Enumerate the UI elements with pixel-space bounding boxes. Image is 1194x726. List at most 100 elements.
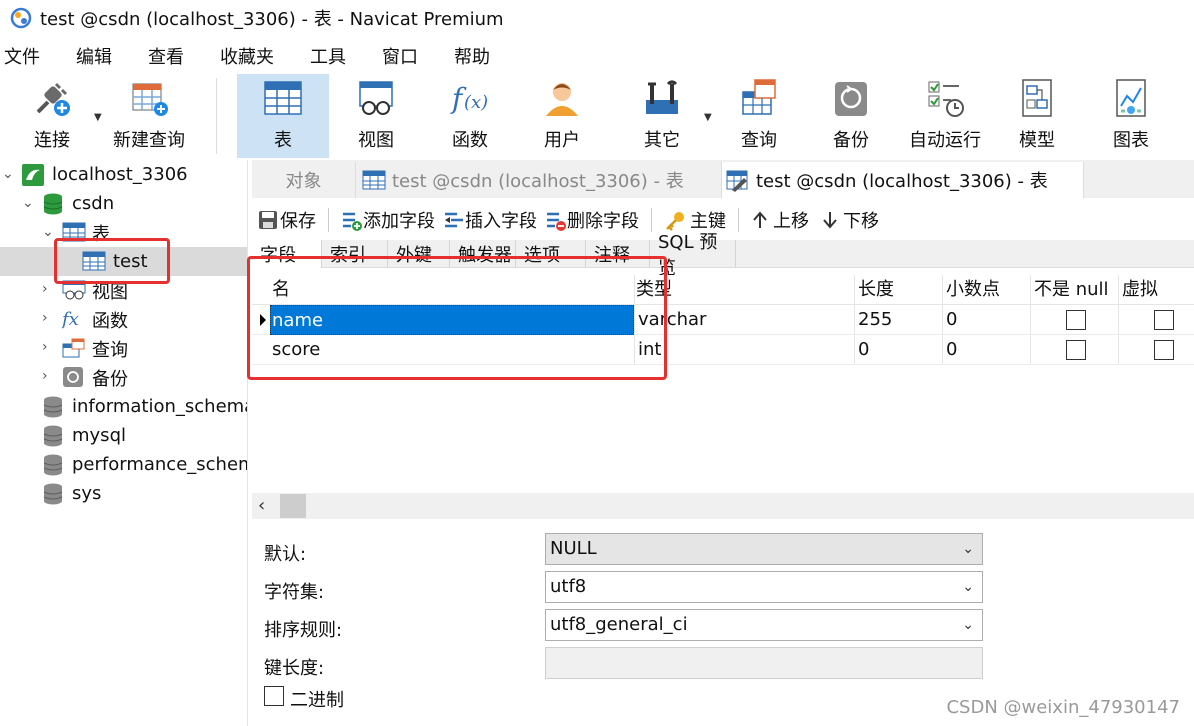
function-button[interactable]: f (x) 函数 bbox=[430, 74, 510, 158]
table-button[interactable]: 表 bbox=[237, 74, 329, 158]
field-decimals-cell[interactable]: 0 bbox=[946, 335, 957, 365]
title-bar: test @csdn (localhost_3306) - 表 - Navica… bbox=[0, 0, 1194, 36]
tree-item-db-information-schema[interactable]: information_schema bbox=[0, 392, 247, 421]
database-icon bbox=[42, 483, 64, 505]
virtual-checkbox[interactable] bbox=[1154, 310, 1174, 330]
tab-label: test @csdn (localhost_3306) - 表 bbox=[392, 171, 684, 192]
database-label: csdn bbox=[72, 193, 115, 214]
add-field-button[interactable]: 添加字段 bbox=[341, 207, 435, 233]
menu-file[interactable]: 文件 bbox=[4, 43, 40, 69]
charset-select[interactable]: utf8 ⌄ bbox=[545, 571, 983, 603]
header-decimals[interactable]: 小数点 bbox=[946, 275, 1000, 305]
other-dropdown-icon[interactable]: ▼ bbox=[704, 112, 712, 123]
tab-label: test @csdn (localhost_3306) - 表 bbox=[756, 171, 1048, 192]
svg-text:fx: fx bbox=[62, 309, 79, 329]
header-not-null[interactable]: 不是 null bbox=[1034, 275, 1109, 305]
chevron-right-icon[interactable]: › bbox=[42, 340, 56, 354]
header-virtual[interactable]: 虚拟 bbox=[1122, 275, 1158, 305]
add-field-label: 添加字段 bbox=[363, 211, 435, 232]
tree-item-connection[interactable]: ⌄ localhost_3306 bbox=[0, 160, 247, 189]
insert-field-label: 插入字段 bbox=[465, 211, 537, 232]
backup-label: 备份 bbox=[833, 130, 869, 151]
binary-label: 二进制 bbox=[290, 690, 344, 711]
tab-table-design-2[interactable]: test @csdn (localhost_3306) - 表 bbox=[722, 162, 1084, 198]
move-down-button[interactable]: 下移 bbox=[821, 207, 879, 233]
chart-button[interactable]: 图表 bbox=[1094, 74, 1168, 158]
query-icon bbox=[62, 338, 85, 358]
horizontal-scrollbar[interactable]: ‹ bbox=[252, 493, 1194, 519]
tree-item-backups[interactable]: › 备份 bbox=[0, 363, 247, 392]
query-button[interactable]: 查询 bbox=[722, 74, 796, 158]
user-button[interactable]: 用户 bbox=[524, 74, 600, 158]
chevron-down-icon: ⌄ bbox=[962, 617, 974, 633]
field-decimals-cell[interactable]: 0 bbox=[946, 305, 957, 335]
chevron-down-icon[interactable]: ⌄ bbox=[22, 196, 36, 210]
binary-checkbox[interactable] bbox=[264, 686, 284, 706]
tree-item-queries[interactable]: › 查询 bbox=[0, 334, 247, 363]
new-query-label: 新建查询 bbox=[113, 130, 185, 151]
chevron-right-icon[interactable]: › bbox=[42, 282, 56, 296]
annotation-box bbox=[247, 256, 667, 380]
new-query-button[interactable]: 新建查询 bbox=[108, 74, 190, 158]
tree-item-db-mysql[interactable]: mysql bbox=[0, 421, 247, 450]
chevron-left-icon[interactable]: ‹ bbox=[258, 495, 265, 516]
connect-dropdown-icon[interactable]: ▼ bbox=[94, 112, 102, 123]
insert-field-button[interactable]: 插入字段 bbox=[443, 207, 537, 233]
default-select[interactable]: NULL ⌄ bbox=[545, 533, 983, 565]
menu-help[interactable]: 帮助 bbox=[454, 43, 490, 69]
tab-objects[interactable]: 对象 bbox=[252, 162, 356, 198]
tab-sql-preview-label: SQL 预览 bbox=[658, 232, 718, 279]
automation-button[interactable]: 自动运行 bbox=[904, 74, 986, 158]
not-null-checkbox[interactable] bbox=[1066, 340, 1086, 360]
menu-edit[interactable]: 编辑 bbox=[76, 43, 112, 69]
model-button[interactable]: 模型 bbox=[1000, 74, 1074, 158]
tree-item-db-performance-schema[interactable]: performance_schema bbox=[0, 450, 247, 479]
database-icon bbox=[42, 454, 64, 476]
key-icon bbox=[664, 210, 686, 231]
move-up-button[interactable]: 上移 bbox=[751, 207, 809, 233]
chevron-down-icon[interactable]: ⌄ bbox=[42, 225, 56, 239]
menu-window[interactable]: 窗口 bbox=[382, 43, 418, 69]
menu-tools[interactable]: 工具 bbox=[310, 43, 346, 69]
chart-label: 图表 bbox=[1113, 130, 1149, 151]
scrollbar-thumb[interactable] bbox=[280, 494, 306, 518]
menu-view[interactable]: 查看 bbox=[148, 43, 184, 69]
backup-button[interactable]: 备份 bbox=[814, 74, 888, 158]
delete-field-button[interactable]: 删除字段 bbox=[545, 207, 639, 233]
main-toolbar: 连接 ▼ 新建查询 表 视图 f (x) 函数 用户 其它 ▼ 查询 备份 自动… bbox=[0, 74, 1194, 160]
key-length-input[interactable] bbox=[545, 647, 983, 679]
connect-label: 连接 bbox=[34, 130, 70, 151]
menu-favorites[interactable]: 收藏夹 bbox=[220, 43, 274, 69]
chevron-down-icon: ⌄ bbox=[962, 579, 974, 595]
queries-group-label: 查询 bbox=[92, 339, 128, 361]
view-button[interactable]: 视图 bbox=[336, 74, 416, 158]
automation-icon bbox=[925, 78, 965, 118]
other-button[interactable]: 其它 bbox=[624, 74, 700, 158]
field-length-cell[interactable]: 255 bbox=[858, 305, 892, 335]
field-length-cell[interactable]: 0 bbox=[858, 335, 869, 365]
header-length[interactable]: 长度 bbox=[858, 275, 894, 305]
chevron-down-icon[interactable]: ⌄ bbox=[2, 167, 16, 181]
chevron-right-icon[interactable]: › bbox=[42, 311, 56, 325]
chevron-right-icon[interactable]: › bbox=[42, 369, 56, 383]
save-button[interactable]: 保存 bbox=[258, 207, 316, 233]
tree-item-functions[interactable]: › fx 函数 bbox=[0, 305, 247, 334]
model-label: 模型 bbox=[1019, 130, 1055, 151]
tree-item-db-sys[interactable]: sys bbox=[0, 479, 247, 508]
connect-button[interactable]: 连接 bbox=[20, 74, 84, 158]
svg-text:(x): (x) bbox=[464, 92, 488, 113]
toolbar-divider bbox=[216, 78, 217, 154]
key-length-label: 键长度: bbox=[264, 658, 325, 679]
database-icon bbox=[42, 193, 64, 215]
backups-group-label: 备份 bbox=[92, 368, 128, 390]
tab-table-design-1[interactable]: test @csdn (localhost_3306) - 表 bbox=[356, 162, 722, 198]
not-null-checkbox[interactable] bbox=[1066, 310, 1086, 330]
tree-item-database-csdn[interactable]: ⌄ csdn bbox=[0, 189, 247, 218]
function-icon: f (x) bbox=[450, 78, 490, 118]
plug-icon bbox=[32, 78, 72, 118]
function-label: 函数 bbox=[452, 130, 488, 151]
collation-select[interactable]: utf8_general_ci ⌄ bbox=[545, 609, 983, 641]
user-icon bbox=[542, 78, 582, 118]
virtual-checkbox[interactable] bbox=[1154, 340, 1174, 360]
move-up-label: 上移 bbox=[773, 211, 809, 232]
